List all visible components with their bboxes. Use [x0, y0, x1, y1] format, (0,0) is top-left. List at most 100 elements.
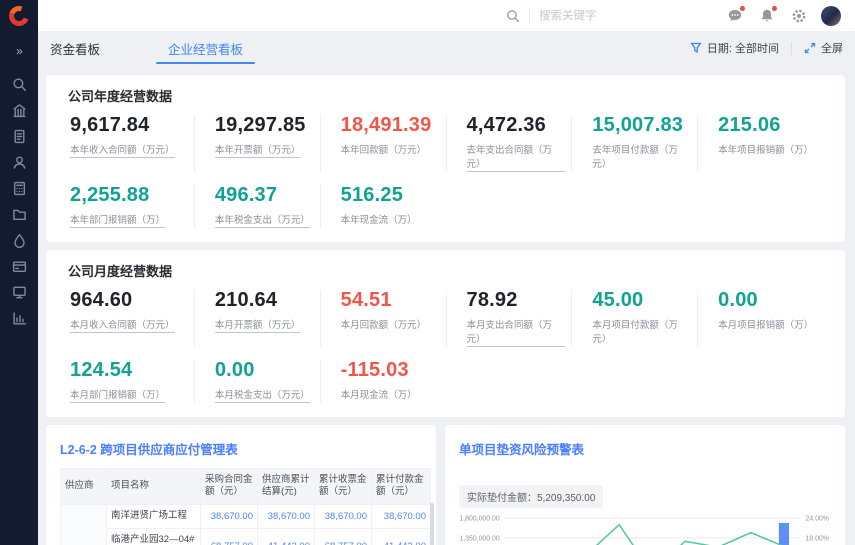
supplier-table-card: L2-6-2 跨项目供应商应付管理表 供应商项目名称采购合同金额（元）供应商累计…: [46, 425, 436, 545]
table-row: 临港产业园32—04#楼主体工程68,757.0041,443.0068,757…: [61, 528, 431, 545]
table-column-header: 项目名称: [107, 469, 201, 505]
monthly-data-card: 公司月度经营数据 964.60本月收入合同额（万元） 210.64 本月开票额（万元…: [46, 250, 845, 417]
chart-icon[interactable]: [6, 310, 32, 327]
project-name-cell: 临港产业园32—04#楼主体工程: [107, 528, 201, 545]
drop-icon[interactable]: [6, 232, 32, 249]
kpi-item: 78.92 本月支出合同额（万元）: [446, 290, 572, 347]
main-content: 公司年度经营数据 9,617.84本年收入合同额（万元）19,297.85本年开…: [38, 64, 855, 545]
kpi-value: 9,617.84: [70, 115, 188, 136]
amount-cell[interactable]: 41,443.00: [372, 528, 431, 545]
funnel-icon: [690, 42, 702, 54]
kpi-label[interactable]: 本月支出合同额（万元）: [467, 317, 566, 347]
amount-cell[interactable]: 38,670.00: [201, 504, 258, 528]
kpi-value: 54.51: [341, 290, 440, 311]
search-divider: [529, 9, 530, 23]
kpi-item: 18,491.39 本年回款额（万元）: [320, 115, 446, 172]
annual-data-card: 公司年度经营数据 9,617.84本年收入合同额（万元）19,297.85本年开…: [46, 75, 845, 242]
svg-text:1,800,000.00: 1,800,000.00: [459, 516, 499, 523]
top-bar: [38, 0, 855, 32]
fullscreen-label: 全屏: [821, 40, 843, 56]
risk-chart-title: 单项目垫资风险预警表: [459, 439, 837, 458]
kpi-label[interactable]: 本月部门报销额（万）: [70, 387, 188, 403]
tab-funds-dashboard[interactable]: 资金看板: [46, 32, 104, 64]
bell-icon[interactable]: [758, 7, 775, 24]
fullscreen-button[interactable]: 全屏: [804, 40, 843, 56]
table-column-header: 累计付款金额（元）: [372, 469, 431, 505]
kpi-value: 0.00: [718, 290, 817, 311]
kpi-item: 0.00 本月项目报销额（万）: [697, 290, 823, 347]
tab-actions: 日期: 全部时间 全屏: [690, 40, 843, 56]
supplier-table: 供应商项目名称采购合同金额（元）供应商累计结算(元)累计收票金额（元）累计付款金…: [60, 468, 431, 545]
kpi-label: 本年回款额（万元）: [341, 142, 440, 156]
amount-cell[interactable]: 38,670.00: [258, 504, 315, 528]
kpi-item: 9,617.84 本年收入合同额（万元）: [68, 115, 194, 172]
folder-icon[interactable]: [6, 206, 32, 223]
kpi-label[interactable]: 本年收入合同额（万元）: [70, 142, 188, 158]
calculator-icon[interactable]: [6, 180, 32, 197]
kpi-value: 4,472.36: [467, 115, 566, 136]
kpi-item: 964.60本月收入合同额（万元）: [68, 290, 194, 347]
header-icons: [711, 7, 807, 24]
kpi-label[interactable]: 本月税金支出（万元）: [215, 387, 314, 403]
kpi-item: 124.54本月部门报销额（万）: [68, 360, 194, 403]
amount-cell[interactable]: 38,670.00: [372, 504, 431, 528]
monitor-icon[interactable]: [6, 284, 32, 301]
table-column-header: 采购合同金额（元）: [201, 469, 258, 505]
search-box[interactable]: [506, 9, 649, 23]
kpi-label[interactable]: 本年税金支出（万元）: [215, 212, 314, 228]
date-filter[interactable]: 日期: 全部时间: [690, 40, 779, 56]
table-scrollbar[interactable]: [430, 503, 434, 545]
card-icon[interactable]: [6, 258, 32, 275]
table-column-header: 累计收票金额（元）: [315, 469, 372, 505]
monthly-card-title: 公司月度经营数据: [68, 261, 823, 280]
kpi-value: 2,255.88: [70, 185, 188, 206]
table-column-header: 供应商累计结算(元): [258, 469, 315, 505]
kpi-value: 210.64: [215, 290, 314, 311]
kpi-value: 78.92: [467, 290, 566, 311]
bar-line-chart: 1,800,000.0024.00%1,350,000.0018.00%900,…: [459, 512, 837, 545]
kpi-value: 18,491.39: [341, 115, 440, 136]
building-icon[interactable]: [6, 102, 32, 119]
kpi-item: -115.03本月现金流（万）: [320, 360, 446, 403]
amount-cell[interactable]: 38,670.00: [315, 504, 372, 528]
kpi-label: 本月回款额（万元）: [341, 317, 440, 331]
avatar[interactable]: [821, 6, 841, 26]
project-name-cell: 南洋进贤广场工程: [107, 504, 201, 528]
gear-icon[interactable]: [790, 7, 807, 24]
table-row: 西安云峰建材有限公司南洋进贤广场工程38,670.0038,670.0038,6…: [61, 504, 431, 528]
search-icon[interactable]: [6, 76, 32, 93]
kpi-item: 215.06本年项目报销额（万）: [697, 115, 823, 172]
amount-cell[interactable]: 68,757.00: [201, 528, 258, 545]
kpi-item: 19,297.85本年开票额（万元）: [194, 115, 320, 172]
app-logo-icon[interactable]: [7, 4, 31, 28]
search-input[interactable]: [539, 10, 649, 22]
kpi-label[interactable]: 本年部门报销额（万）: [70, 212, 188, 228]
kpi-item: 0.00 本月税金支出（万元）: [194, 360, 320, 403]
sidebar: »: [0, 0, 38, 545]
svg-text:24.00%: 24.00%: [805, 516, 828, 523]
amount-cell[interactable]: 41,443.00: [258, 528, 315, 545]
message-icon[interactable]: [726, 7, 743, 24]
kpi-item: 210.64 本月开票额（万元）: [194, 290, 320, 347]
expand-icon: [804, 42, 816, 54]
amount-cell[interactable]: 68,757.00: [315, 528, 372, 545]
kpi-item: 516.25本年现金流（万）: [320, 185, 446, 228]
kpi-label: 本月项目报销额（万）: [718, 317, 817, 331]
user-icon[interactable]: [6, 154, 32, 171]
kpi-label[interactable]: 本月收入合同额（万元）: [70, 317, 188, 333]
kpi-label[interactable]: 本年开票额（万元）: [215, 142, 314, 158]
kpi-label[interactable]: 去年支出合同额（万元）: [467, 142, 566, 172]
tab-business-dashboard[interactable]: 企业经营看板: [164, 32, 247, 64]
annual-kpi-grid: 9,617.84本年收入合同额（万元）19,297.85本年开票额（万元）18,…: [68, 115, 823, 228]
date-filter-label: 日期: 全部时间: [707, 40, 779, 56]
kpi-item: 2,255.88 本年部门报销额（万）: [68, 185, 194, 228]
kpi-value: 0.00: [215, 360, 314, 381]
kpi-label: 本年现金流（万）: [341, 212, 440, 226]
kpi-label: 本年项目报销额（万）: [718, 142, 817, 156]
document-icon[interactable]: [6, 128, 32, 145]
kpi-value: 45.00: [592, 290, 691, 311]
kpi-item: 54.51 本月回款额（万元）: [320, 290, 446, 347]
kpi-label[interactable]: 本月开票额（万元）: [215, 317, 314, 333]
sidebar-expand-icon[interactable]: »: [16, 44, 22, 58]
monthly-kpi-grid: 964.60本月收入合同额（万元） 210.64 本月开票额（万元） 54.51 本月回…: [68, 290, 823, 403]
